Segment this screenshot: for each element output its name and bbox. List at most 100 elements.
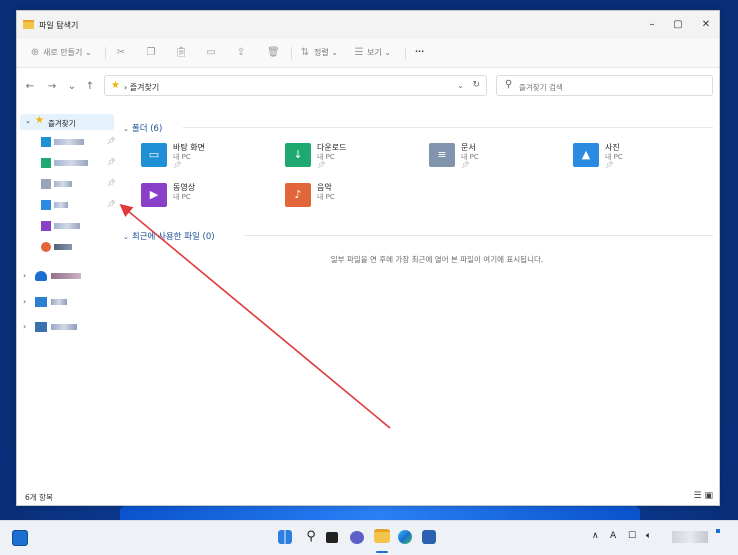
address-bar[interactable]: ★ › 즐겨찾기 ⌄ ↻ bbox=[104, 75, 487, 96]
toolbar-divider bbox=[405, 47, 406, 59]
start-windows-icon[interactable] bbox=[278, 530, 292, 544]
chevron-up-icon[interactable]: ∧ bbox=[592, 531, 599, 541]
copy-icon[interactable]: ❐ bbox=[145, 47, 157, 59]
new-button[interactable]: 새로 만들기 ⌄ bbox=[43, 47, 92, 58]
music-folder-icon bbox=[41, 242, 51, 252]
view-toggle: ☰ ▣ bbox=[694, 491, 713, 501]
sidebar-pinned-item[interactable]: 📌︎ bbox=[41, 178, 116, 190]
blurred-clock[interactable] bbox=[672, 531, 708, 543]
folder-location: 내 PC bbox=[317, 193, 335, 201]
pin-icon[interactable]: 📌︎ bbox=[107, 158, 116, 166]
videos-folder-icon bbox=[41, 221, 51, 231]
chevron-down-icon[interactable]: ⌄ bbox=[123, 125, 129, 133]
folder-tile-documents[interactable]: ≡ 문서 내 PC 📌︎ bbox=[429, 141, 569, 175]
chevron-right-icon[interactable]: › bbox=[23, 271, 26, 280]
blurred-label bbox=[54, 202, 68, 208]
folder-tile-desktop[interactable]: ▭ 바탕 화면 내 PC 📌︎ bbox=[141, 141, 281, 175]
sidebar-item-favorites[interactable]: ⌄ ★ 즐겨찾기 bbox=[20, 114, 114, 130]
recent-section-header[interactable]: ⌄ 최근에 사용한 파일 (0) bbox=[123, 230, 215, 242]
blurred-label bbox=[54, 244, 72, 250]
recent-chevron-icon[interactable]: ⌄ bbox=[65, 82, 79, 92]
sidebar-item-network[interactable]: › bbox=[21, 321, 111, 333]
details-view-icon[interactable]: ☰ bbox=[694, 491, 702, 501]
close-button[interactable]: ✕ bbox=[697, 17, 715, 33]
chat-icon[interactable] bbox=[350, 531, 364, 544]
folder-tile-videos[interactable]: ▶ 동영상 내 PC bbox=[141, 181, 281, 215]
paste-icon[interactable]: 📋︎ bbox=[175, 47, 188, 59]
breadcrumb[interactable]: › 즐겨찾기 bbox=[124, 82, 159, 93]
task-view-icon[interactable] bbox=[326, 532, 338, 543]
display-icon[interactable]: ☐ bbox=[628, 531, 636, 541]
star-icon: ★ bbox=[35, 115, 44, 126]
pictures-folder-icon bbox=[41, 200, 51, 210]
minimize-button[interactable]: – bbox=[643, 17, 661, 33]
view-button-label: 보기 bbox=[367, 48, 382, 57]
folder-tile-pictures[interactable]: ▲ 사진 내 PC 📌︎ bbox=[573, 141, 713, 175]
rename-icon[interactable]: ▭ bbox=[205, 47, 217, 59]
maximize-button[interactable]: ▢ bbox=[669, 17, 687, 33]
sidebar-pinned-item[interactable]: 📌︎ bbox=[41, 136, 116, 148]
edge-browser-icon[interactable] bbox=[398, 530, 412, 544]
documents-folder-icon: ≡ bbox=[429, 143, 455, 167]
sidebar-item-this-pc[interactable]: › bbox=[21, 296, 111, 308]
folder-tile-music[interactable]: ♪ 음악 내 PC bbox=[285, 181, 425, 215]
folder-app-icon bbox=[23, 20, 34, 29]
videos-folder-icon: ▶ bbox=[141, 183, 167, 207]
cloud-icon bbox=[35, 271, 47, 281]
input-language-icon[interactable]: A bbox=[610, 531, 616, 541]
downloads-folder-icon bbox=[41, 158, 51, 168]
sidebar-pinned-item[interactable]: 📌︎ bbox=[41, 157, 116, 169]
folder-tile-downloads[interactable]: ↓ 다운로드 내 PC 📌︎ bbox=[285, 141, 425, 175]
navigation-pane: ⌄ ★ 즐겨찾기 📌︎ 📌︎ 📌︎ 📌︎ › › › bbox=[17, 104, 117, 489]
delete-icon[interactable]: 🗑︎ bbox=[267, 47, 280, 59]
monitor-glyph: ▭ bbox=[148, 148, 160, 161]
view-button[interactable]: 보기 ⌄ bbox=[367, 47, 391, 58]
sidebar-pinned-item[interactable] bbox=[41, 220, 111, 232]
search-placeholder: 즐겨찾기 검색 bbox=[519, 83, 563, 92]
pin-icon[interactable]: 📌︎ bbox=[107, 137, 116, 145]
folders-section-header[interactable]: ⌄ 폴더 (6) bbox=[123, 122, 162, 134]
plus-icon: ⊕ bbox=[30, 47, 40, 58]
network-icon bbox=[35, 322, 47, 332]
status-bar: 6개 항목 ☰ ▣ bbox=[17, 489, 719, 505]
store-icon[interactable] bbox=[422, 530, 436, 544]
address-history-chevron-icon[interactable]: ⌄ bbox=[457, 81, 464, 90]
recent-section-title: 최근에 사용한 파일 (0) bbox=[131, 232, 215, 242]
download-arrow-glyph: ↓ bbox=[293, 148, 303, 161]
refresh-icon[interactable]: ↻ bbox=[472, 80, 480, 90]
search-icon[interactable]: ⚲ bbox=[302, 528, 320, 546]
chevron-down-icon[interactable]: ⌄ bbox=[123, 233, 129, 241]
content-pane: ⌄ 폴더 (6) ▭ 바탕 화면 내 PC 📌︎ ↓ 다운로드 내 PC 📌︎ ≡… bbox=[117, 104, 719, 489]
command-bar: ⊕ 새로 만들기 ⌄ ✂ ❐ 📋︎ ▭ ⇪ 🗑︎ ⇅ 정렬 ⌄ ☰ 보기 ⌄ ·… bbox=[17, 39, 719, 68]
sort-button[interactable]: 정렬 ⌄ bbox=[314, 47, 338, 58]
recent-empty-message: 일부 파일을 연 후에 가장 최근에 열어 본 파일이 여기에 표시됩니다. bbox=[330, 255, 544, 264]
back-arrow-icon[interactable]: ← bbox=[23, 82, 37, 92]
pin-icon[interactable]: 📌︎ bbox=[107, 179, 116, 187]
mountain-glyph: ▲ bbox=[581, 148, 591, 161]
up-arrow-icon[interactable]: ↑ bbox=[83, 82, 97, 92]
item-count: 6개 항목 bbox=[25, 493, 53, 502]
chevron-down-icon[interactable]: ⌄ bbox=[25, 117, 31, 125]
blurred-label bbox=[54, 181, 72, 187]
search-box[interactable]: ⚲ 즐겨찾기 검색 bbox=[496, 75, 713, 96]
tiles-view-icon[interactable]: ▣ bbox=[704, 491, 713, 501]
share-icon[interactable]: ⇪ bbox=[235, 47, 247, 59]
sidebar-item-onedrive[interactable]: › bbox=[21, 270, 111, 282]
pin-icon: 📌︎ bbox=[605, 161, 614, 169]
volume-icon[interactable]: 🔈︎ bbox=[646, 531, 651, 541]
sidebar-pinned-item[interactable] bbox=[41, 241, 111, 253]
pin-icon[interactable]: 📌︎ bbox=[107, 200, 116, 208]
cut-icon[interactable]: ✂ bbox=[115, 47, 127, 59]
play-glyph: ▶ bbox=[149, 188, 159, 201]
forward-arrow-icon[interactable]: → bbox=[45, 82, 59, 92]
more-button[interactable]: ··· bbox=[415, 47, 424, 56]
blurred-label bbox=[54, 160, 88, 166]
computer-icon bbox=[35, 297, 47, 307]
file-explorer-taskbar-icon[interactable] bbox=[374, 529, 390, 543]
sidebar-pinned-item[interactable]: 📌︎ bbox=[41, 199, 116, 211]
notification-dot[interactable] bbox=[716, 529, 720, 533]
toolbar-divider bbox=[291, 47, 292, 59]
widgets-icon[interactable] bbox=[12, 530, 28, 546]
chevron-right-icon[interactable]: › bbox=[23, 322, 26, 331]
chevron-right-icon[interactable]: › bbox=[23, 297, 26, 306]
